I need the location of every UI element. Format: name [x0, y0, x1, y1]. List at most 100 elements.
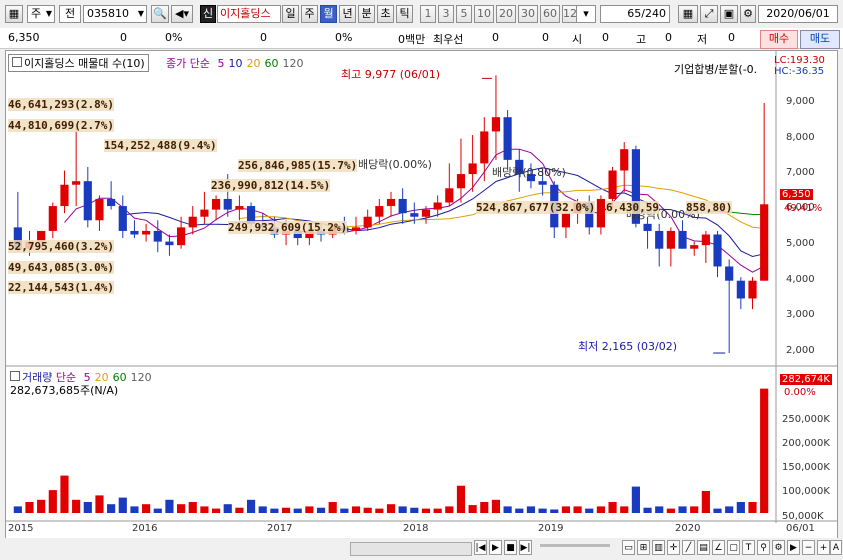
volume-bar[interactable] — [666, 508, 675, 513]
candle-body[interactable] — [666, 230, 675, 249]
candle-body[interactable] — [643, 223, 652, 231]
volume-bar[interactable] — [107, 504, 116, 513]
candle-body[interactable] — [736, 280, 745, 299]
volume-bar[interactable] — [293, 508, 302, 513]
candle-body[interactable] — [177, 227, 186, 246]
volume-bar[interactable] — [713, 508, 722, 513]
candle-body[interactable] — [410, 213, 419, 217]
chart-menu-icon[interactable]: ▦ — [5, 5, 23, 23]
volume-bar[interactable] — [375, 508, 384, 513]
volume-bar[interactable] — [13, 506, 22, 513]
angle-icon[interactable]: ∠ — [712, 540, 725, 555]
volume-bar[interactable] — [211, 508, 221, 513]
zoom-out-icon[interactable]: − — [802, 540, 815, 555]
candle-body[interactable] — [118, 206, 127, 231]
candle-body[interactable] — [655, 230, 664, 249]
volume-bar[interactable] — [445, 506, 454, 513]
volume-bar[interactable] — [37, 499, 46, 513]
candle-body[interactable] — [538, 181, 547, 185]
volume-bar[interactable] — [760, 388, 769, 513]
first-icon[interactable]: |◀ — [474, 540, 487, 555]
candle-body[interactable] — [596, 198, 605, 228]
candle-body[interactable] — [363, 216, 372, 228]
line-tool-icon[interactable]: ╱ — [682, 540, 695, 555]
text-icon[interactable]: T — [742, 540, 755, 555]
gear-icon[interactable]: ⚙ — [772, 540, 785, 555]
volume-bar[interactable] — [480, 502, 489, 513]
stock-code-input[interactable]: 035810 ▼ — [83, 5, 147, 23]
candle-body[interactable] — [211, 198, 221, 210]
candle-body[interactable] — [130, 230, 139, 235]
interval-button-6[interactable]: 60 — [540, 5, 560, 23]
candle-body[interactable] — [235, 206, 244, 210]
volume-bar[interactable] — [643, 507, 652, 513]
buy-button[interactable]: 매수 — [760, 30, 798, 49]
volume-bar[interactable] — [620, 506, 629, 513]
ruler-icon[interactable]: ▤ — [697, 540, 710, 555]
layout-icon[interactable]: ▥ — [652, 540, 665, 555]
period-button-2[interactable]: 월 — [320, 5, 337, 23]
volume-bar[interactable] — [468, 505, 477, 513]
candle-body[interactable] — [620, 149, 629, 171]
zoom-fit-icon[interactable]: ▭ — [622, 540, 635, 555]
volume-bar[interactable] — [585, 508, 594, 513]
volume-bar[interactable] — [398, 506, 407, 513]
volume-bar[interactable] — [736, 502, 745, 513]
volume-bar[interactable] — [142, 504, 151, 513]
checkbox-icon[interactable] — [10, 371, 20, 381]
volume-bar[interactable] — [456, 485, 466, 513]
font-size-icon[interactable]: A — [830, 540, 842, 555]
speaker-icon[interactable]: ◀▾ — [171, 5, 193, 23]
candle-body[interactable] — [760, 204, 769, 281]
candle-body[interactable] — [561, 213, 571, 228]
volume-bar[interactable] — [421, 508, 431, 513]
candle-body[interactable] — [386, 198, 396, 207]
stop-icon[interactable]: ■ — [504, 540, 517, 555]
checkbox-icon[interactable] — [12, 57, 22, 67]
interval-button-1[interactable]: 3 — [438, 5, 454, 23]
date-field[interactable]: 2020/06/01 — [758, 5, 838, 23]
candle-body[interactable] — [107, 198, 116, 207]
volume-bar[interactable] — [246, 499, 256, 513]
zoom-icon[interactable]: ⊞ — [637, 540, 650, 555]
crosshair-icon[interactable]: ✛ — [667, 540, 680, 555]
volume-bar[interactable] — [83, 502, 92, 513]
candle-body[interactable] — [95, 198, 104, 221]
candle-body[interactable] — [72, 181, 81, 185]
candle-body[interactable] — [142, 230, 151, 235]
period-button-4[interactable]: 분 — [358, 5, 375, 23]
candle-body[interactable] — [375, 206, 384, 217]
candle-body[interactable] — [351, 227, 361, 231]
volume-bar[interactable] — [340, 508, 349, 513]
volume-bar[interactable] — [515, 508, 524, 513]
candle-body[interactable] — [503, 117, 512, 160]
volume-bar[interactable] — [363, 507, 372, 513]
volume-bar[interactable] — [48, 490, 57, 513]
scroll-track[interactable] — [350, 542, 472, 556]
volume-bar[interactable] — [503, 506, 512, 513]
volume-bar[interactable] — [258, 506, 267, 513]
period-button-5[interactable]: 초 — [377, 5, 394, 23]
volume-bar[interactable] — [491, 499, 501, 513]
volume-bar[interactable] — [316, 507, 326, 513]
interval-button-2[interactable]: 5 — [456, 5, 472, 23]
volume-bar[interactable] — [223, 504, 232, 513]
next-icon[interactable]: ▶ — [787, 540, 800, 555]
save-icon[interactable]: ▣ — [720, 5, 738, 23]
magnifier-icon[interactable]: ⚲ — [757, 540, 770, 555]
volume-bar[interactable] — [596, 506, 605, 513]
period-button-3[interactable]: 년 — [339, 5, 356, 23]
type-select[interactable]: 전 — [59, 5, 81, 23]
interval-button-4[interactable]: 20 — [496, 5, 516, 23]
period-button-1[interactable]: 주 — [301, 5, 318, 23]
volume-bar[interactable] — [678, 506, 687, 513]
volume-bar[interactable] — [538, 508, 547, 513]
play-icon[interactable]: ▶ — [489, 540, 502, 555]
volume-bar[interactable] — [433, 508, 442, 513]
candle-body[interactable] — [200, 209, 209, 217]
stock-name[interactable]: 이지홀딩스 — [217, 5, 281, 23]
period-button-6[interactable]: 틱 — [396, 5, 413, 23]
candle-body[interactable] — [748, 280, 757, 299]
volume-bar[interactable] — [608, 502, 617, 513]
candle-body[interactable] — [398, 198, 407, 214]
